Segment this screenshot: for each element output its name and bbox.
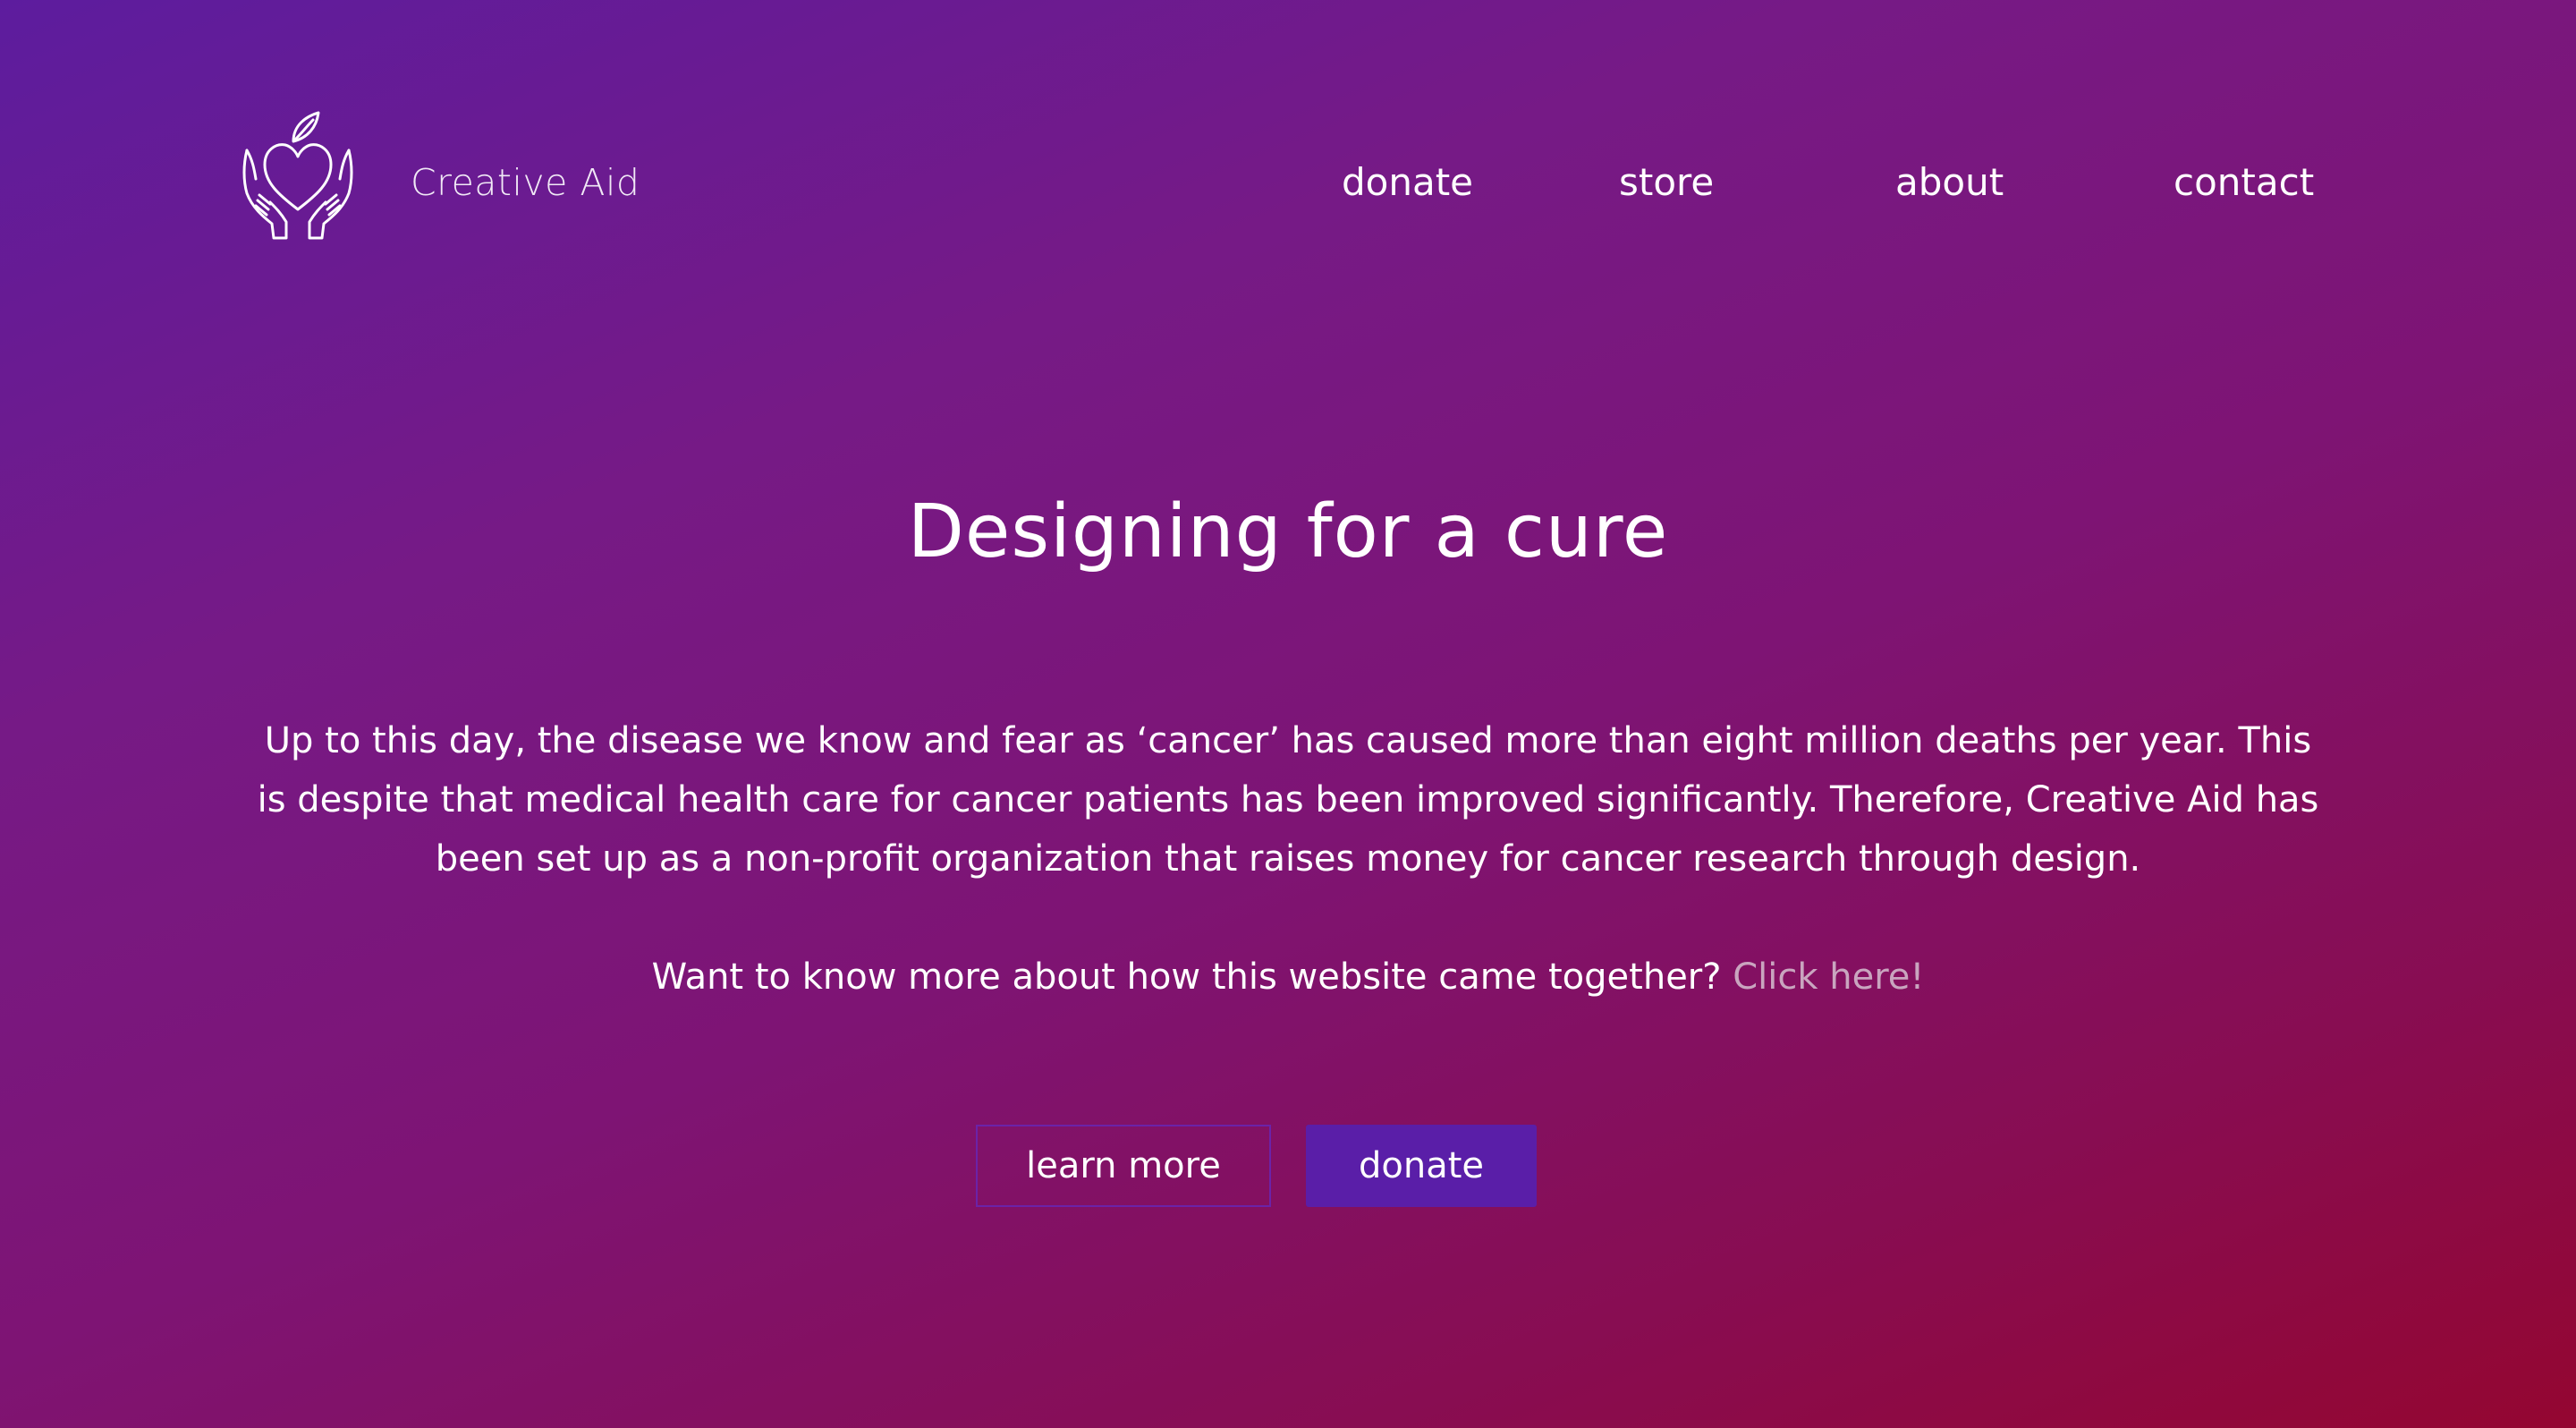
page-title: Designing for a cure: [907, 489, 1669, 574]
nav-donate-link[interactable]: donate: [1342, 157, 1473, 208]
nav-about-link[interactable]: about: [1895, 157, 2004, 208]
donate-button[interactable]: donate: [1306, 1125, 1537, 1207]
hands-holding-heart-icon[interactable]: [240, 109, 356, 242]
click-here-link[interactable]: Click here!: [1733, 956, 1924, 998]
more-info-prompt: Want to know more about how this website…: [651, 956, 1722, 998]
learn-more-button[interactable]: learn more: [976, 1125, 1271, 1207]
more-info-line: Want to know more about how this website…: [0, 948, 2576, 1007]
nav-contact-link[interactable]: contact: [2174, 157, 2314, 208]
nav-store-link[interactable]: store: [1619, 157, 1714, 208]
intro-paragraph: Up to this day, the disease we know and …: [257, 720, 2319, 880]
brand-name[interactable]: Creative Aid: [411, 157, 640, 208]
